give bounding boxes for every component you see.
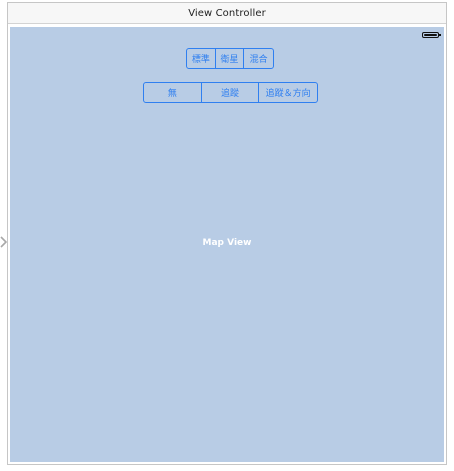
battery-icon — [422, 32, 441, 38]
scene-title-bar[interactable]: View Controller — [8, 3, 446, 24]
view-controller-scene[interactable]: View Controller 標準 衛星 混合 無 追蹤 追蹤＆方向 Map … — [7, 2, 447, 465]
map-view[interactable]: 標準 衛星 混合 無 追蹤 追蹤＆方向 Map View — [10, 27, 444, 462]
storyboard-canvas: View Controller 標準 衛星 混合 無 追蹤 追蹤＆方向 Map … — [0, 0, 454, 471]
tracking-mode-segmented-control[interactable]: 無 追蹤 追蹤＆方向 — [143, 82, 318, 103]
segment-satellite[interactable]: 衛星 — [216, 49, 245, 68]
map-type-segmented-control[interactable]: 標準 衛星 混合 — [186, 48, 274, 69]
segment-hybrid[interactable]: 混合 — [244, 49, 273, 68]
entry-point-arrow-icon[interactable] — [0, 236, 7, 248]
segment-none[interactable]: 無 — [144, 83, 202, 102]
scene-title: View Controller — [188, 7, 266, 19]
map-view-label: Map View — [202, 238, 252, 248]
segment-follow[interactable]: 追蹤 — [202, 83, 260, 102]
segment-standard[interactable]: 標準 — [187, 49, 216, 68]
segment-follow-with-heading[interactable]: 追蹤＆方向 — [259, 83, 317, 102]
